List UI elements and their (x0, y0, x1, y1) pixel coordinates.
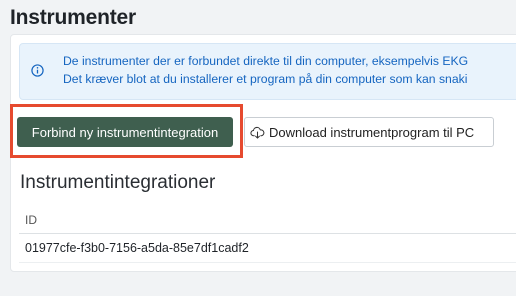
info-line-2: Det kræver blot at du installerer et pro… (63, 72, 468, 86)
table-header-id: ID (19, 207, 516, 234)
cloud-download-icon (250, 126, 265, 139)
page-title: Instrumenter (10, 6, 136, 29)
connect-integration-button[interactable]: Forbind ny instrumentintegration (17, 117, 233, 147)
integration-id-cell: 01977cfe-f3b0-7156-a5da-85e7df1cadf2 (25, 241, 249, 255)
download-program-label: Download instrumentprogram til PC (269, 124, 475, 140)
integrations-title: Instrumentintegrationer (20, 172, 216, 193)
info-circle-icon (31, 64, 44, 77)
info-alert: De instrumenter der er forbundet direkte… (19, 43, 516, 100)
download-program-button[interactable]: Download instrumentprogram til PC (244, 117, 494, 147)
table-row[interactable]: 01977cfe-f3b0-7156-a5da-85e7df1cadf2 (19, 234, 516, 263)
info-line-1: De instrumenter der er forbundet direkte… (63, 54, 469, 68)
integrations-table: ID 01977cfe-f3b0-7156-a5da-85e7df1cadf2 (19, 207, 516, 263)
info-text: De instrumenter der er forbundet direkte… (63, 52, 468, 88)
